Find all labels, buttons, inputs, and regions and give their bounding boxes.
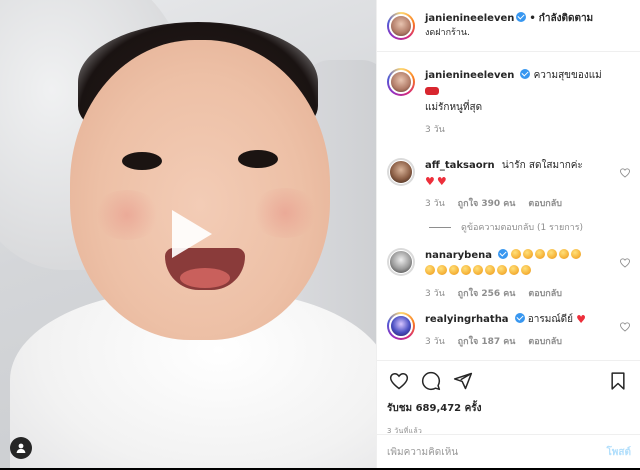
commenter-username[interactable]: nanarybena (425, 250, 492, 261)
following-button[interactable]: กำลังติดตาม (539, 13, 593, 24)
post-comment-button[interactable]: โพสต์ (606, 445, 631, 460)
reply-button[interactable]: ตอบกลับ (528, 289, 562, 299)
baby-tongue (180, 268, 230, 288)
emoji-icon (571, 249, 582, 259)
save-button[interactable] (606, 369, 630, 393)
verified-badge-icon (520, 69, 531, 79)
comment-time[interactable]: 3 วัน (425, 199, 445, 209)
emoji-icon (497, 265, 507, 275)
commenter-avatar[interactable] (387, 158, 415, 186)
caption-text-2: แม่รักหนูที่สุด (425, 102, 483, 113)
emoji-icon (521, 265, 531, 275)
commenter-avatar[interactable] (387, 312, 415, 340)
comment-button[interactable] (419, 369, 443, 393)
header-text: janienineeleven • กำลังติดตาม งดฝากร้าน. (425, 11, 593, 40)
like-comment-icon[interactable] (620, 322, 630, 332)
emoji-icon (559, 249, 570, 259)
like-comment-icon[interactable] (620, 258, 630, 268)
share-button[interactable] (451, 369, 475, 393)
emoji-icon (473, 265, 483, 275)
emoji-icon (547, 249, 558, 259)
emoji-icon (437, 265, 447, 275)
post-actions: รับชม 689,472 ครั้ง 3 วันที่แล้ว โพสต์ (377, 360, 640, 468)
post-header: janienineeleven • กำลังติดตาม งดฝากร้าน. (377, 0, 640, 52)
replies-divider (429, 226, 451, 228)
post-side-panel: janienineeleven • กำลังติดตาม งดฝากร้าน. j… (376, 0, 640, 468)
play-icon (172, 210, 212, 258)
caption-avatar[interactable] (387, 68, 415, 96)
commenter-avatar[interactable] (387, 248, 415, 276)
verified-badge-icon (514, 313, 525, 323)
comment-text: อารมณ์ดีย์ (527, 314, 573, 325)
comment-time[interactable]: 3 วัน (425, 337, 445, 347)
comment-icon (421, 371, 441, 391)
play-button[interactable] (160, 204, 220, 264)
comment-item: realyingrhatha อารมณ์ดีย์ ♥ 3 วัน ถูกใจ … (387, 312, 630, 348)
separator: • (529, 12, 536, 24)
baby-eye-right (238, 150, 278, 168)
instagram-post-modal: janienineeleven • กำลังติดตาม งดฝากร้าน. j… (0, 0, 640, 468)
user-tag-button[interactable] (10, 437, 32, 459)
location-link[interactable]: งดฝากร้าน. (425, 26, 593, 40)
bookmark-icon (611, 372, 625, 390)
verified-badge-icon (516, 11, 527, 22)
user-tag-icon (16, 443, 26, 453)
commenter-username[interactable]: aff_taksaorn (425, 160, 495, 171)
add-comment-input[interactable] (387, 447, 607, 458)
like-comment-icon[interactable] (620, 168, 630, 178)
emoji-icon (523, 249, 534, 259)
comment-time[interactable]: 3 วัน (425, 289, 445, 299)
paper-plane-icon (453, 372, 473, 390)
comment-item: aff_taksaorn น่ารัก สดใสมากค่ะ ♥ ♥ 3 วัน … (387, 158, 630, 210)
comment-likes[interactable]: ถูกใจ 390 คน (458, 199, 516, 209)
comments-list[interactable]: janienineeleven ความสุขของแม่ แม่รักหนูท… (377, 52, 640, 360)
car-emoji-icon (425, 87, 439, 95)
reply-button[interactable]: ตอบกลับ (528, 199, 562, 209)
heart-emoji-icon: ♥ (576, 313, 587, 326)
comment-item: nanarybena 3 วัน ถูกใจ 256 คน ตอบกลับ (387, 248, 630, 300)
emoji-icon (485, 265, 495, 275)
comment-likes[interactable]: ถูกใจ 187 คน (458, 337, 516, 347)
emoji-icon (449, 265, 459, 275)
baby-cheek-right (250, 188, 320, 238)
verified-badge-icon (498, 249, 508, 259)
view-replies-label: ดูข้อความตอบกลับ (1 รายการ) (461, 223, 584, 233)
emoji-icon (461, 265, 471, 275)
author-avatar[interactable] (387, 11, 415, 40)
heart-emoji-icon: ♥ (425, 175, 435, 188)
caption-username[interactable]: janienineeleven (425, 70, 514, 81)
emoji-icon (535, 249, 546, 259)
heart-emoji-icon: ♥ (436, 175, 447, 188)
like-button[interactable] (387, 369, 411, 393)
view-count: รับชม 689,472 ครั้ง (387, 403, 482, 414)
add-comment-bar: โพสต์ (377, 434, 640, 470)
comment-text: น่ารัก สดใสมากค่ะ (501, 160, 583, 171)
action-bar (387, 369, 630, 393)
caption-time[interactable]: 3 วัน (425, 125, 445, 135)
caption-text-1: ความสุขของแม่ (533, 70, 602, 81)
view-replies-button[interactable]: ดูข้อความตอบกลับ (1 รายการ) (429, 220, 630, 234)
comment-likes[interactable]: ถูกใจ 256 คน (458, 289, 516, 299)
emoji-icon (511, 249, 522, 259)
emoji-icon (509, 265, 519, 275)
video-media[interactable] (0, 0, 376, 468)
heart-icon (389, 372, 409, 390)
commenter-username[interactable]: realyingrhatha (425, 314, 509, 325)
author-username[interactable]: janienineeleven (425, 13, 514, 24)
emoji-icon (425, 265, 435, 275)
baby-eye-left (122, 152, 162, 170)
caption: janienineeleven ความสุขของแม่ แม่รักหนูท… (387, 68, 630, 136)
baby-cheek-left (92, 190, 162, 240)
reply-button[interactable]: ตอบกลับ (528, 337, 562, 347)
